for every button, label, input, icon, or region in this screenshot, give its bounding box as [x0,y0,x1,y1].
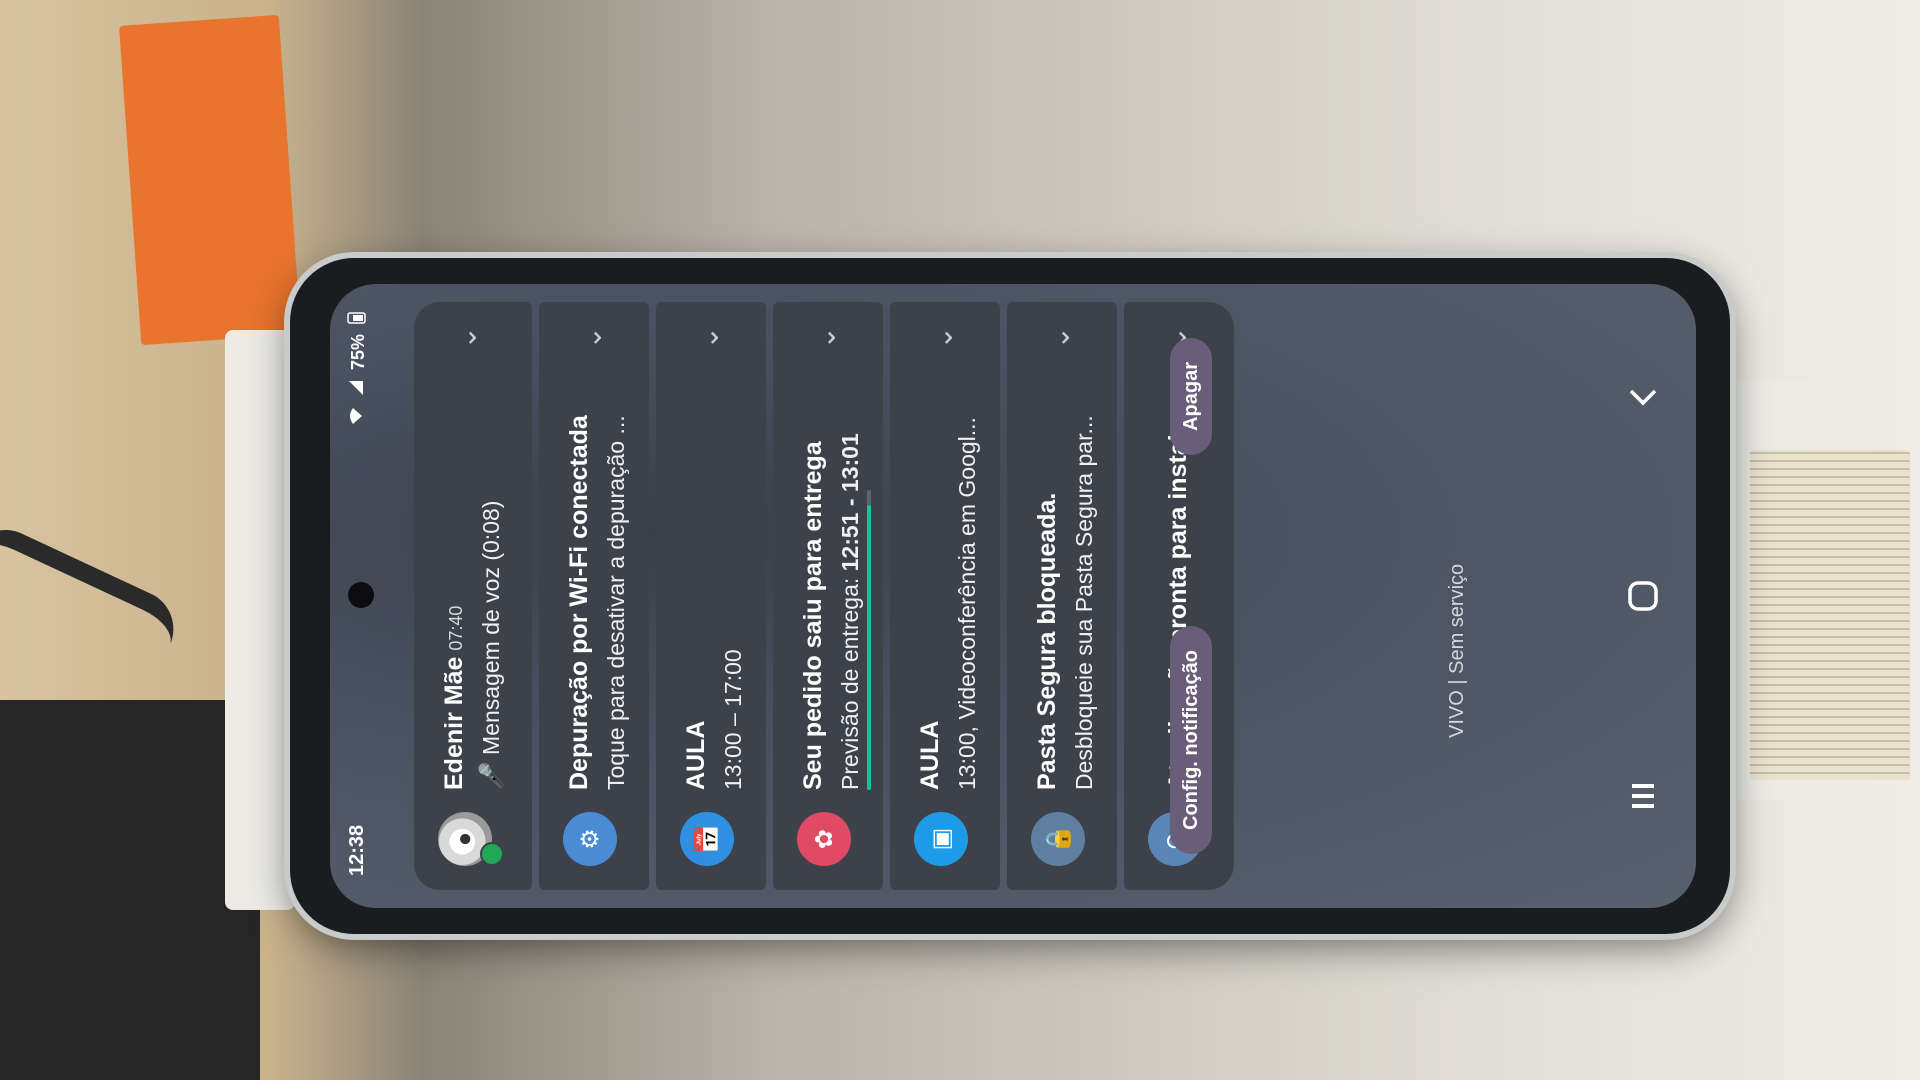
delivery-icon: ✿ [797,812,851,866]
secure-folder-icon: 🔒 [1031,812,1085,866]
notification-card[interactable]: 📅 AULA 13:00 – 17:00 ⌄ [656,302,766,890]
phone-screen: 12:38 75% ● Edenir Mãe07:40 🎤 Mensagem d… [330,284,1696,908]
signal-icon [348,380,369,396]
background-orange-object [119,14,301,346]
notification-settings-button[interactable]: Config. notificação [1170,626,1212,854]
expand-chevron-icon[interactable]: ⌄ [809,326,842,349]
status-bar: 12:38 75% [330,284,386,908]
background-warning-label [1750,450,1910,780]
phone-holder-left [225,330,295,910]
gear-icon: ⚙ [563,812,617,866]
expand-chevron-icon[interactable]: ⌄ [692,326,725,349]
carrier-label: VIVO | Sem serviço [1446,563,1468,738]
front-camera [348,582,374,608]
calendar-icon: 📅 [680,812,734,866]
notification-card[interactable]: 🔒 Pasta Segura bloqueada. Desbloqueie su… [1007,302,1117,890]
expand-chevron-icon[interactable]: ⌄ [450,326,483,349]
notification-list: ● Edenir Mãe07:40 🎤 Mensagem de voz (0:0… [414,302,1241,890]
clear-all-button[interactable]: Apagar [1170,338,1212,455]
background-cable [0,517,187,681]
notification-title: Edenir Mãe07:40 [440,605,468,790]
home-icon[interactable] [1618,566,1668,626]
notification-card[interactable]: ▣ AULA 13:00, Videoconferência em Googl.… [890,302,1000,890]
notification-title: Pasta Segura bloqueada. [1033,492,1061,790]
notification-text: 🎤 Mensagem de voz (0:08) [478,500,504,790]
expand-chevron-icon[interactable]: ⌄ [575,326,608,349]
notification-title: AULA [682,720,710,790]
notification-card[interactable]: ⚙ Depuração por Wi-Fi conectada Toque pa… [539,302,649,890]
expand-chevron-icon[interactable]: ⌄ [926,326,959,349]
app-badge-icon [480,842,504,866]
battery-icon [346,312,371,324]
delivery-progress-bar [867,490,871,790]
navigation-bar [1590,284,1696,908]
back-icon[interactable] [1618,366,1668,426]
recent-apps-icon[interactable] [1618,766,1668,826]
notification-text: Previsão de entrega: 12:51 - 13:01 [837,433,863,790]
microphone-icon: 🎤 [478,761,504,790]
notification-time: 07:40 [446,605,466,651]
background-foam-block [0,700,260,1080]
notification-shade: 12:38 75% ● Edenir Mãe07:40 🎤 Mensagem d… [330,284,1696,908]
meet-icon: ▣ [914,812,968,866]
status-icons: 75% [346,312,371,426]
notification-title: Seu pedido saiu para entrega [799,441,827,790]
notification-card[interactable]: ● Edenir Mãe07:40 🎤 Mensagem de voz (0:0… [414,302,532,890]
notification-title: Depuração por Wi-Fi conectada [565,415,593,790]
status-time: 12:38 [346,824,368,876]
progress-fill [867,505,871,790]
notification-text: 13:00 – 17:00 [720,649,746,790]
expand-chevron-icon[interactable]: ⌄ [1043,326,1076,349]
notification-text: 13:00, Videoconferência em Googl... [954,417,980,790]
battery-percent: 75% [348,334,368,371]
notification-title: AULA [916,720,944,790]
notification-card[interactable]: ✿ Seu pedido saiu para entrega Previsão … [773,302,883,890]
notification-text: Toque para desativar a depuração ... [603,415,629,790]
wifi-icon [348,406,369,426]
notification-actions: Config. notificação Apagar [1156,302,1236,890]
notification-text: Desbloqueie sua Pasta Segura par... [1071,415,1097,790]
